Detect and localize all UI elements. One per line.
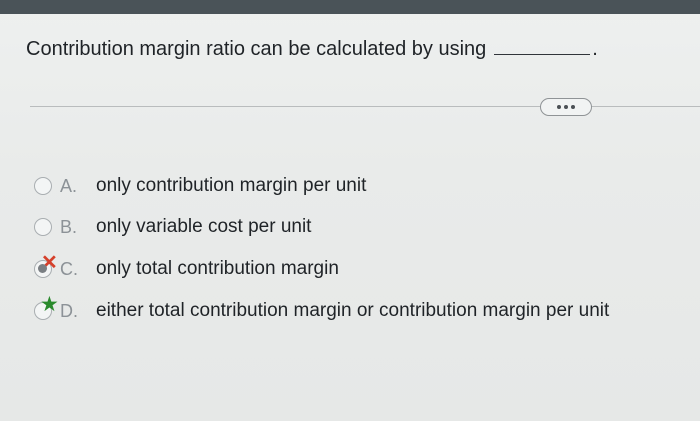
option-text: either total contribution margin or cont…	[96, 300, 610, 321]
ellipsis-icon	[557, 105, 561, 109]
option-letter: D.	[60, 300, 78, 321]
radio-button-icon[interactable]: ★	[34, 294, 59, 320]
question-prompt: Contribution margin ratio can be calcula…	[26, 38, 598, 61]
option-letter: A.	[60, 175, 78, 196]
more-button[interactable]	[540, 98, 592, 116]
question-text: Contribution margin ratio can be calcula…	[26, 38, 487, 60]
option-c[interactable]: ✕ C. only total contribution margin	[34, 253, 339, 280]
radio-button-selected-icon[interactable]: ✕	[34, 253, 58, 278]
radio-button-icon[interactable]	[34, 218, 52, 236]
red-x-icon: ✕	[41, 252, 58, 274]
option-text: only variable cost per unit	[96, 216, 312, 237]
ellipsis-icon	[564, 105, 568, 109]
radio-button-icon[interactable]	[34, 177, 52, 195]
option-b[interactable]: B. only variable cost per unit	[34, 216, 311, 238]
answer-blank	[494, 40, 591, 55]
option-text: only total contribution margin	[96, 258, 339, 279]
question-period: .	[592, 38, 598, 60]
ellipsis-icon	[571, 105, 575, 109]
option-letter: B.	[60, 216, 78, 237]
option-d[interactable]: ★ D. either total contribution margin or…	[34, 294, 610, 322]
option-text: only contribution margin per unit	[96, 175, 367, 196]
green-star-icon: ★	[40, 293, 59, 316]
question-screen: Contribution margin ratio can be calcula…	[0, 0, 700, 421]
option-a[interactable]: A. only contribution margin per unit	[34, 175, 366, 197]
option-letter: C.	[60, 258, 78, 279]
top-bar	[0, 0, 700, 14]
divider	[30, 106, 700, 107]
